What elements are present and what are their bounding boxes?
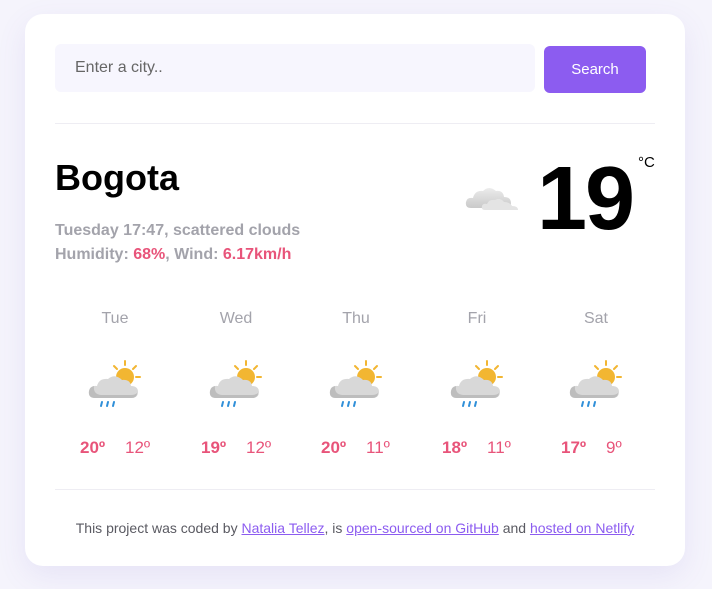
forecast-max-temp: 20º (80, 438, 106, 457)
wind-label: Wind: (174, 246, 223, 263)
divider (55, 123, 655, 124)
forecast-min-temp: 11º (366, 438, 390, 457)
github-link[interactable]: open-sourced on GitHub (346, 520, 499, 536)
forecast-day-name: Thu (342, 310, 370, 327)
forecast-max-temp: 17º (561, 438, 587, 457)
wind-value: 6.17km/h (222, 246, 292, 263)
sun-cloud-rain-icon (209, 360, 262, 407)
forecast-day: Fri 18º 11º (417, 310, 537, 470)
city-name: Bogota (55, 157, 179, 198)
search-input[interactable] (55, 44, 535, 92)
forecast-max-temp: 20º (321, 438, 347, 457)
netlify-link[interactable]: hosted on Netlify (530, 520, 634, 536)
author-link[interactable]: Natalia Tellez (241, 520, 324, 536)
forecast-day: Sat 17º 9º (536, 310, 656, 470)
search-button[interactable]: Search (544, 46, 646, 93)
sun-cloud-rain-icon (569, 360, 622, 407)
forecast-min-temp: 11º (487, 438, 511, 457)
forecast-max-temp: 18º (442, 438, 468, 457)
sun-cloud-rain-icon (329, 360, 382, 407)
humidity-wind: Humidity: 68%, Wind: 6.17km/h (55, 246, 292, 263)
forecast-day: Tue 20º 12º (55, 310, 175, 470)
forecast-day: Thu 20º 11º (296, 310, 416, 470)
forecast-min-temp: 12º (246, 438, 272, 457)
forecast-min-temp: 9º (606, 438, 622, 457)
datetime: Tuesday 17:47 (55, 222, 165, 239)
weather-description: scattered clouds (172, 222, 301, 239)
divider (55, 489, 655, 490)
forecast-day-name: Tue (101, 310, 129, 327)
footer: This project was coded by Natalia Tellez… (75, 520, 635, 536)
forecast-min-temp: 12º (125, 438, 151, 457)
scattered-clouds-icon (465, 188, 518, 210)
temperature-unit[interactable]: °C (638, 154, 655, 171)
date-description: Tuesday 17:47, scattered clouds (55, 222, 301, 239)
sun-cloud-rain-icon (450, 360, 503, 407)
search-form: Search (55, 44, 646, 93)
forecast-day-name: Fri (467, 310, 487, 327)
current-temperature: 19 (537, 149, 635, 249)
forecast-day-name: Sat (583, 310, 608, 327)
sun-cloud-rain-icon (88, 360, 141, 407)
humidity-value: 68% (133, 246, 166, 263)
forecast-day: Wed 19º 12º (176, 310, 296, 470)
forecast-max-temp: 19º (201, 438, 227, 457)
weather-card: Search Bogota Tuesday 17:47, scattered c… (25, 14, 685, 566)
forecast-day-name: Wed (219, 310, 253, 327)
humidity-label: Humidity: (55, 246, 134, 263)
